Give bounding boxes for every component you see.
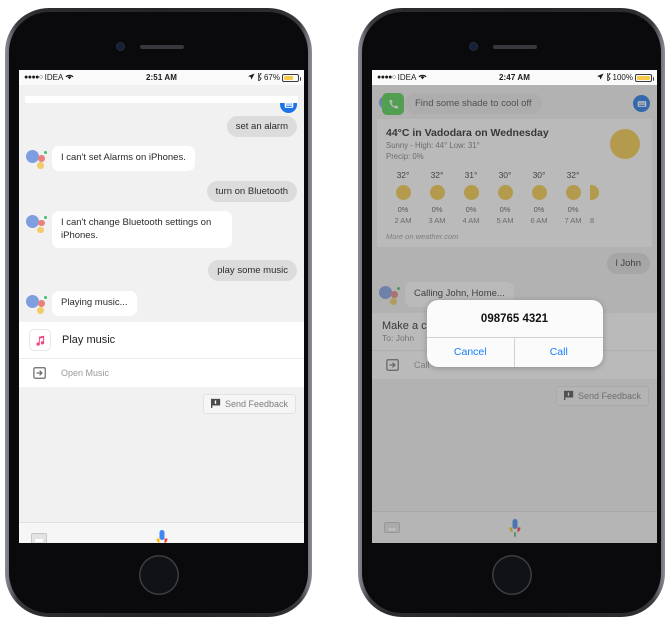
keyboard-icon[interactable] xyxy=(31,533,47,543)
assistant-message-1: I can't set Alarms on iPhones. xyxy=(52,146,195,171)
two-phone-comparison: ●●●●○ IDEA 2:51 AM 67% set an alarm I ca… xyxy=(0,0,670,625)
open-app-icon xyxy=(33,366,47,380)
message-row-user: turn on Bluetooth xyxy=(19,180,304,202)
apple-music-icon xyxy=(29,329,51,352)
earpiece-speaker xyxy=(493,45,537,49)
message-row-user: play some music xyxy=(19,260,304,282)
battery-icon xyxy=(282,73,301,82)
user-message-3: play some music xyxy=(208,260,297,282)
battery-percent-label: 67% xyxy=(263,73,280,82)
status-bar-right: ●●●●○ IDEA 2:47 AM 100% xyxy=(372,70,657,85)
message-row-assistant: I can't set Alarms on iPhones. xyxy=(19,146,304,171)
location-arrow-icon xyxy=(596,73,604,82)
send-feedback-label: Send Feedback xyxy=(224,399,288,410)
screen-left: ●●●●○ IDEA 2:51 AM 67% set an alarm I ca… xyxy=(19,70,304,543)
scrolled-card-edge xyxy=(25,96,298,103)
status-bar-left: ●●●●○ IDEA 2:51 AM 67% xyxy=(19,70,304,85)
location-arrow-icon xyxy=(247,73,255,82)
assistant-logo-icon xyxy=(26,292,48,314)
bluetooth-icon xyxy=(606,70,611,83)
mic-icon[interactable] xyxy=(154,529,170,543)
front-camera-icon xyxy=(117,43,124,50)
battery-icon xyxy=(635,73,654,82)
message-row-assistant: I can't change Bluetooth settings on iPh… xyxy=(19,210,304,249)
feedback-icon xyxy=(210,398,221,410)
card-action-row[interactable]: Open Music xyxy=(19,358,304,387)
send-feedback-button[interactable]: Send Feedback xyxy=(202,394,296,415)
phone-right: ●●●●○ IDEA 2:47 AM 100% Find some shade … xyxy=(358,8,665,617)
call-confirm-dialog: 098765 4321 Cancel Call xyxy=(426,300,603,367)
feedback-row: Send Feedback xyxy=(19,387,304,415)
conversation-left: set an alarm I can't set Alarms on iPhon… xyxy=(19,96,304,543)
home-button[interactable] xyxy=(491,555,532,595)
assistant-logo-icon xyxy=(26,212,48,234)
assistant-message-3: Playing music... xyxy=(52,291,137,317)
user-message-2: turn on Bluetooth xyxy=(206,180,297,202)
front-camera-icon xyxy=(470,43,477,50)
message-row-assistant: Playing music... xyxy=(19,291,304,317)
phone-left: ●●●●○ IDEA 2:51 AM 67% set an alarm I ca… xyxy=(5,8,312,617)
card-title: Play music xyxy=(62,334,116,347)
bluetooth-icon xyxy=(257,70,262,83)
bottom-bar-left xyxy=(19,522,304,543)
battery-percent-label: 100% xyxy=(612,73,633,82)
user-message-1: set an alarm xyxy=(226,116,297,137)
dialog-call-button[interactable]: Call xyxy=(514,338,603,367)
card-action-label: Open Music xyxy=(61,368,110,379)
home-button[interactable] xyxy=(138,555,179,595)
earpiece-speaker xyxy=(140,45,184,49)
dialog-cancel-button[interactable]: Cancel xyxy=(427,338,515,367)
card-primary-row[interactable]: Play music xyxy=(19,322,304,358)
assistant-message-2: I can't change Bluetooth settings on iPh… xyxy=(52,210,232,249)
screen-right: ●●●●○ IDEA 2:47 AM 100% Find some shade … xyxy=(372,70,657,543)
play-music-card[interactable]: Play music Open Music xyxy=(19,322,304,388)
assistant-logo-icon xyxy=(26,147,48,169)
conversation-right: Find some shade to cool off 44°C in Vado… xyxy=(372,85,657,543)
dialog-phone-number: 098765 4321 xyxy=(480,313,549,325)
